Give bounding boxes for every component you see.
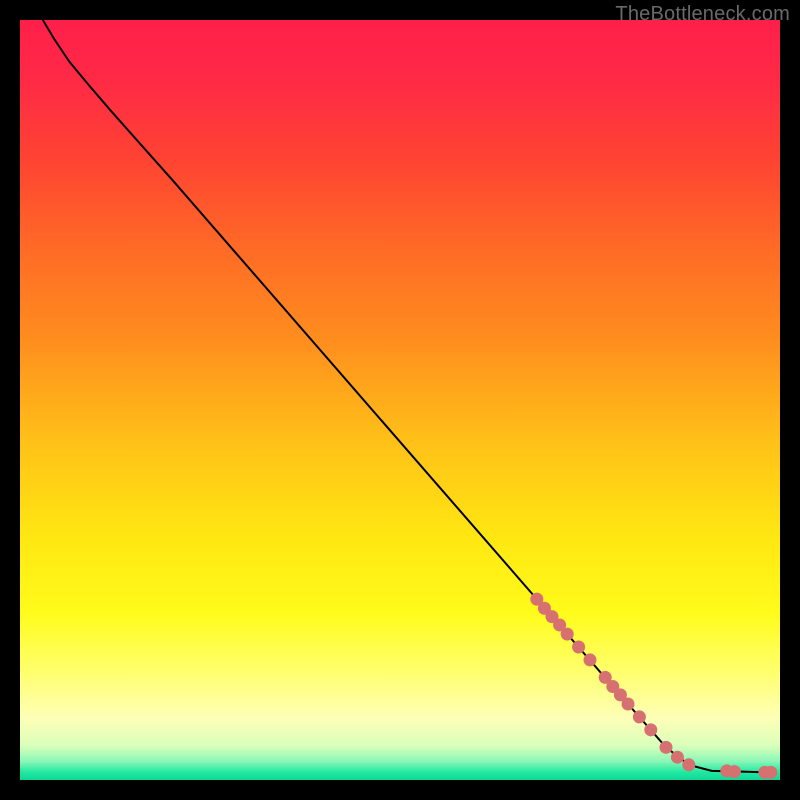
plot-area [20, 20, 780, 780]
data-point [584, 653, 597, 666]
data-point [764, 766, 777, 779]
watermark-text: TheBottleneck.com [615, 3, 790, 26]
data-point [682, 758, 695, 771]
data-point [622, 698, 635, 711]
data-point [671, 751, 684, 764]
chart-frame: TheBottleneck.com [0, 0, 800, 800]
data-point [633, 710, 646, 723]
data-point [644, 723, 657, 736]
chart-svg [20, 20, 780, 780]
gradient-background [20, 20, 780, 780]
data-point [660, 741, 673, 754]
data-point [572, 641, 585, 654]
data-point [561, 628, 574, 641]
data-point [728, 765, 741, 778]
